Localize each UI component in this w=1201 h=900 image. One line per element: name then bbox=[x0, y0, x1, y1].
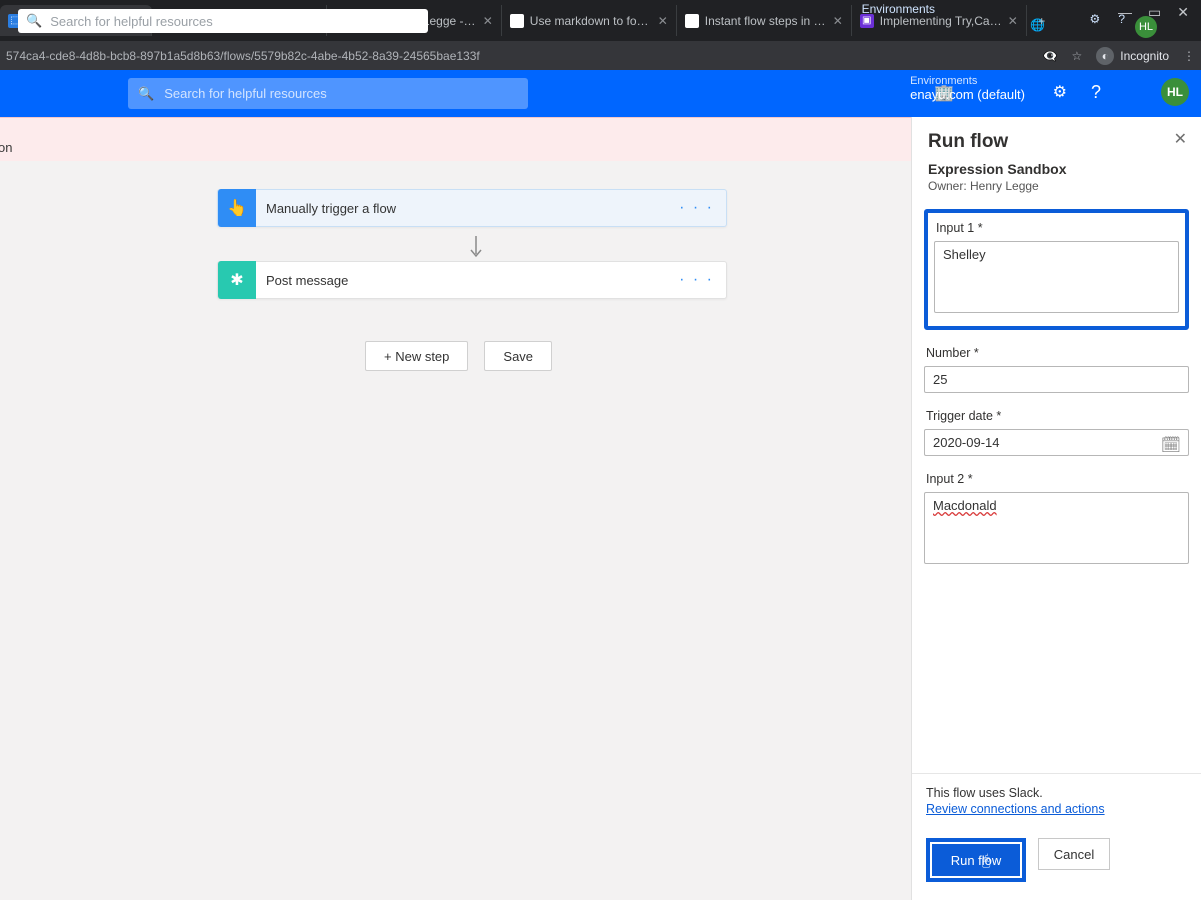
window-minimize-icon[interactable]: — bbox=[1118, 4, 1132, 21]
browser-menu-icon[interactable]: ⋮ bbox=[1183, 49, 1195, 63]
slack-icon: ✱ bbox=[218, 261, 256, 299]
trigger-date-field: Trigger date * 🗓 bbox=[912, 399, 1201, 462]
ghost-search-overlay: 🔍 Search for helpful resources bbox=[18, 9, 428, 33]
tab-title: Instant flow steps in busin bbox=[705, 14, 827, 28]
environment-selector[interactable]: Environments enayu.com (default) bbox=[910, 74, 1025, 102]
gear-icon[interactable]: ⚙ bbox=[1090, 12, 1101, 26]
app-search-box[interactable]: 🔍 bbox=[128, 78, 528, 109]
flow-name: Expression Sandbox bbox=[928, 161, 1185, 177]
card-menu-icon[interactable]: · · · bbox=[679, 271, 714, 289]
save-button[interactable]: Save bbox=[484, 341, 552, 371]
close-icon[interactable]: ✕ bbox=[1174, 129, 1187, 149]
panel-footer: This flow uses Slack. Review connections… bbox=[912, 773, 1201, 900]
panel-header: Run flow ✕ bbox=[912, 117, 1201, 161]
input2-field: Input 2 * Macdonald bbox=[912, 462, 1201, 570]
panel-title: Run flow bbox=[928, 131, 1185, 153]
tab-close-icon[interactable]: ✕ bbox=[483, 14, 493, 28]
tab-title: Implementing Try,Catch a bbox=[880, 14, 1002, 28]
browser-tab[interactable]: ⊞ Use markdown to format P ✕ bbox=[502, 5, 677, 36]
action-card-label: Post message bbox=[266, 273, 348, 288]
window-controls: — ▭ ✕ bbox=[1108, 0, 1199, 25]
card-menu-icon[interactable]: · · · bbox=[679, 199, 714, 217]
run-flow-panel: Run flow ✕ Expression Sandbox Owner: Hen… bbox=[911, 117, 1201, 900]
favicon-icon: ⊞ bbox=[685, 14, 699, 28]
input1-field: Input 1 * Shelley bbox=[912, 203, 1201, 336]
favicon-icon: ⊞ bbox=[510, 14, 524, 28]
ghost-search-placeholder: Search for helpful resources bbox=[50, 14, 213, 29]
input1-highlight: Input 1 * Shelley bbox=[924, 209, 1189, 330]
search-icon: 🔍 bbox=[26, 13, 42, 29]
app-header: 🔍 🏢 Environments enayu.com (default) ⚙ ?… bbox=[0, 70, 1201, 117]
environment-label: Environments bbox=[910, 74, 1025, 88]
trigger-date-input[interactable] bbox=[924, 429, 1189, 456]
calendar-icon[interactable]: 🗓 bbox=[1161, 435, 1181, 455]
help-icon[interactable]: ? bbox=[1091, 82, 1101, 103]
cancel-button[interactable]: Cancel bbox=[1038, 838, 1110, 870]
run-flow-button-label: Run flow bbox=[951, 853, 1002, 868]
flow-canvas[interactable]: 👆 Manually trigger a flow · · · ✱ Post m… bbox=[0, 161, 911, 900]
flow-actions: + New step Save bbox=[365, 341, 552, 371]
number-input[interactable] bbox=[924, 366, 1189, 393]
search-icon: 🔍 bbox=[138, 86, 154, 102]
tracking-off-icon[interactable]: 👁‍🗨 bbox=[1043, 49, 1058, 63]
trigger-date-label: Trigger date * bbox=[926, 409, 1187, 423]
header-avatar[interactable]: HL bbox=[1161, 78, 1189, 106]
action-card[interactable]: ✱ Post message · · · bbox=[217, 261, 727, 299]
input2-label: Input 2 * bbox=[926, 472, 1187, 486]
panel-body: Input 1 * Shelley Number * Trigger date … bbox=[912, 203, 1201, 773]
incognito-icon: ◐ bbox=[1096, 47, 1114, 65]
review-connections-link[interactable]: Review connections and actions bbox=[926, 802, 1105, 816]
tab-title: Use markdown to format P bbox=[530, 14, 652, 28]
environment-value: enayu.com (default) bbox=[910, 88, 1025, 102]
favicon-icon: ▣ bbox=[860, 14, 874, 28]
trigger-card-label: Manually trigger a flow bbox=[266, 201, 396, 216]
search-input[interactable] bbox=[164, 86, 518, 101]
flow-uses-text: This flow uses Slack. bbox=[926, 786, 1187, 800]
panel-subheader: Expression Sandbox Owner: Henry Legge bbox=[912, 161, 1201, 203]
footer-buttons: Run flow 🖱 Cancel bbox=[926, 838, 1187, 882]
tab-close-icon[interactable]: ✕ bbox=[1008, 14, 1018, 28]
incognito-chip: ◐ Incognito bbox=[1096, 47, 1169, 65]
number-field: Number * bbox=[912, 336, 1201, 399]
input1-textarea[interactable]: Shelley bbox=[934, 241, 1179, 313]
trigger-card[interactable]: 👆 Manually trigger a flow · · · bbox=[217, 189, 727, 227]
arrow-down-icon bbox=[467, 235, 485, 261]
flow-owner: Owner: Henry Legge bbox=[928, 179, 1185, 193]
new-step-button[interactable]: + New step bbox=[365, 341, 468, 371]
tab-close-icon[interactable]: ✕ bbox=[833, 14, 843, 28]
browser-tab[interactable]: ⊞ Instant flow steps in busin ✕ bbox=[677, 5, 852, 36]
gear-icon[interactable]: ⚙ bbox=[1053, 82, 1067, 102]
address-bar-text[interactable]: 574ca4-cde8-4d8b-bcb8-897b1a5d8b63/flows… bbox=[6, 49, 1043, 63]
input1-label: Input 1 * bbox=[936, 221, 1177, 235]
new-tab-button[interactable]: + bbox=[1027, 5, 1057, 36]
window-maximize-icon[interactable]: ▭ bbox=[1148, 4, 1161, 21]
number-label: Number * bbox=[926, 346, 1187, 360]
browser-tab[interactable]: ▣ Implementing Try,Catch a ✕ bbox=[852, 5, 1027, 36]
address-bar: 574ca4-cde8-4d8b-bcb8-897b1a5d8b63/flows… bbox=[0, 41, 1201, 70]
bookmark-star-icon[interactable]: ☆ bbox=[1072, 49, 1083, 63]
input2-textarea[interactable]: Macdonald bbox=[924, 492, 1189, 564]
run-flow-highlight: Run flow 🖱 bbox=[926, 838, 1026, 882]
touch-icon: 👆 bbox=[218, 189, 256, 227]
notification-text: on bbox=[0, 140, 12, 155]
tab-close-icon[interactable]: ✕ bbox=[658, 14, 668, 28]
run-flow-button[interactable]: Run flow 🖱 bbox=[932, 844, 1020, 876]
window-close-icon[interactable]: ✕ bbox=[1177, 4, 1189, 21]
incognito-label: Incognito bbox=[1120, 49, 1169, 63]
